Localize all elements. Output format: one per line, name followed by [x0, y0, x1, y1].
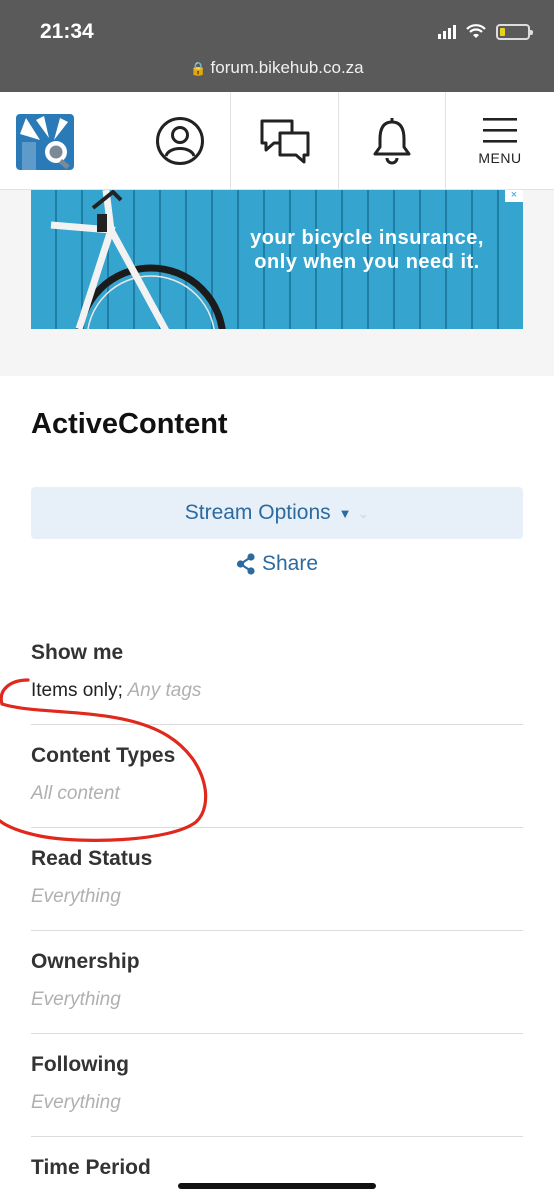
messages-button[interactable] [230, 92, 338, 190]
filter-label: Show me [31, 641, 124, 664]
bicycle-image [50, 190, 226, 329]
filter-read-status[interactable]: Read Status Everything [31, 828, 523, 931]
battery-icon [496, 24, 533, 40]
share-icon [236, 553, 255, 575]
site-header: MENU [0, 92, 554, 190]
account-button[interactable] [130, 92, 230, 190]
filter-label: Following [31, 1053, 129, 1076]
filter-value: Everything [31, 886, 121, 907]
status-bar: 21:34 🔒 forum.bikehub.co.za [0, 0, 554, 92]
menu-button[interactable]: MENU [445, 92, 554, 190]
page-title: ActiveContent [31, 408, 228, 440]
filter-label: Content Types [31, 744, 176, 767]
filter-label: Read Status [31, 847, 153, 870]
chat-bubbles-icon [260, 119, 309, 164]
wifi-icon [466, 24, 486, 38]
ad-line-2: only when you need it. [254, 251, 480, 273]
filter-ownership[interactable]: Ownership Everything [31, 931, 523, 1034]
signal-icon [438, 25, 456, 39]
ad-area: your bicycle insurance, only when you ne… [0, 190, 554, 376]
filter-content-types[interactable]: Content Types All content [31, 725, 523, 828]
stream-options-button[interactable]: Stream Options ▼ ⌄ [31, 487, 523, 539]
address-bar[interactable]: 🔒 forum.bikehub.co.za [0, 58, 554, 78]
url-text: forum.bikehub.co.za [210, 58, 364, 77]
menu-label: MENU [478, 150, 522, 166]
home-indicator[interactable] [178, 1183, 376, 1189]
bell-icon [373, 118, 411, 165]
filter-time-period[interactable]: Time Period [31, 1137, 523, 1200]
filter-value: Items only; Any tags [31, 680, 523, 702]
filter-value: Everything [31, 989, 121, 1010]
caret-down-icon: ▼ [338, 505, 352, 521]
stream-filters: Show me Items only; Any tags Content Typ… [31, 622, 523, 1200]
lock-icon: 🔒 [190, 61, 207, 76]
share-label: Share [261, 552, 319, 575]
bikehub-logo[interactable] [16, 114, 74, 170]
filter-value-italic: Any tags [127, 680, 202, 701]
share-link[interactable]: Share [0, 552, 554, 576]
stream-options-label: Stream Options [184, 501, 331, 524]
ad-line-1: your bicycle insurance, [250, 227, 484, 249]
notifications-button[interactable] [338, 92, 445, 190]
status-time: 21:34 [40, 20, 94, 43]
filter-value-plain: Items only; [31, 680, 123, 701]
ad-text: your bicycle insurance, only when you ne… [217, 226, 517, 274]
ad-close-icon[interactable]: × [505, 190, 523, 202]
hamburger-icon [483, 118, 517, 143]
insurance-ad-banner[interactable]: your bicycle insurance, only when you ne… [31, 190, 523, 329]
filter-following[interactable]: Following Everything [31, 1034, 523, 1137]
chevron-down-icon: ⌄ [357, 504, 370, 521]
user-icon [156, 117, 204, 165]
status-icons [438, 24, 533, 40]
filter-show-me[interactable]: Show me Items only; Any tags [31, 622, 523, 725]
filter-label: Ownership [31, 950, 140, 973]
filter-value: Everything [31, 1092, 121, 1113]
filter-value: All content [31, 783, 120, 804]
filter-label: Time Period [31, 1156, 151, 1179]
